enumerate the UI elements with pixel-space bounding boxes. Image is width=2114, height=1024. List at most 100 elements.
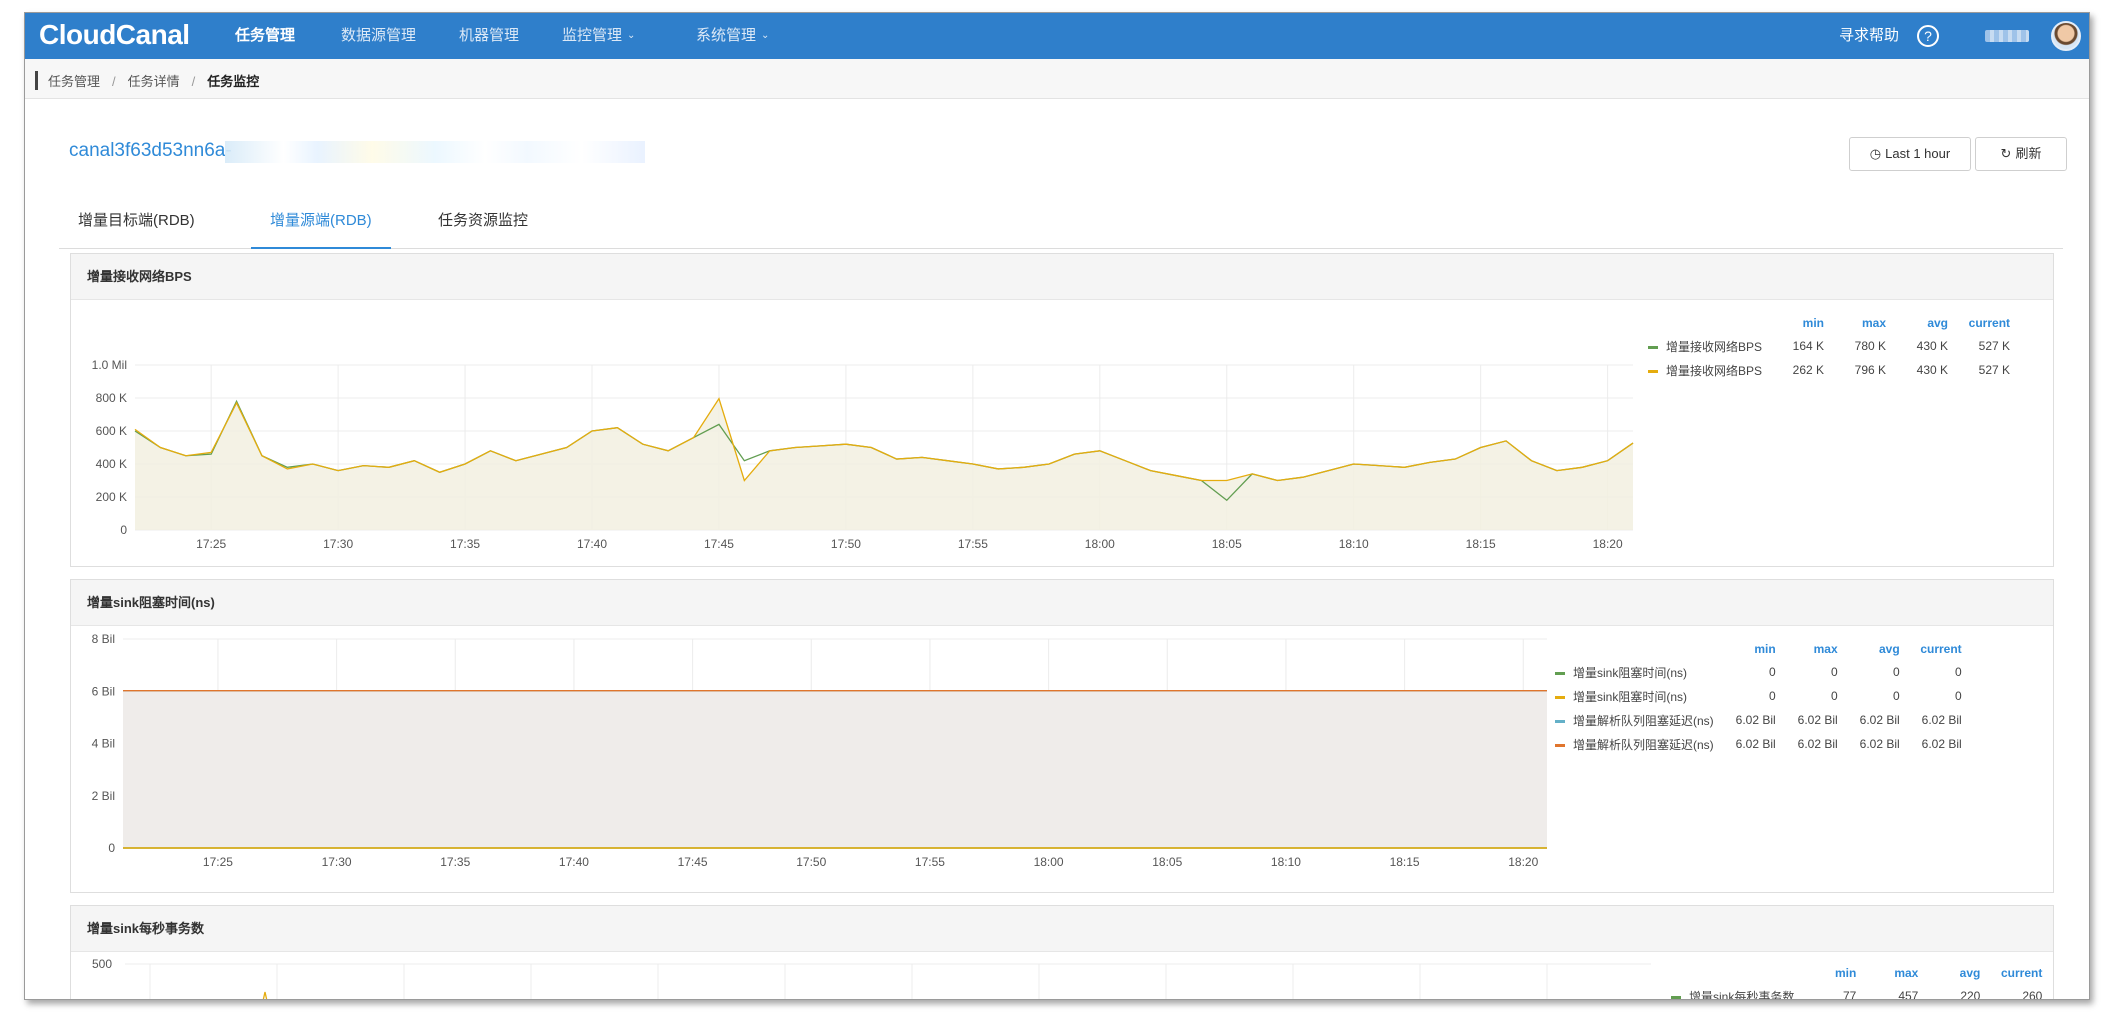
question-circle-icon[interactable]: ?: [1917, 25, 1939, 47]
legend-current: 0: [1954, 689, 1962, 703]
legend-row[interactable]: 增量解析队列阻塞延迟(ns) 6.02 Bil 6.02 Bil 6.02 Bil 6.…: [1555, 708, 1962, 732]
x-tick-label: 18:05: [1152, 855, 1182, 869]
legend-row[interactable]: 增量解析队列阻塞延迟(ns) 6.02 Bil 6.02 Bil 6.02 Bil 6.…: [1555, 732, 1962, 756]
y-tick-label: 4 Bil: [92, 737, 115, 751]
legend-min: 164 K: [1792, 339, 1825, 353]
legend-row[interactable]: 增量接收网络BPS 164 K 780 K 430 K 527 K: [1648, 334, 2010, 358]
legend-series-name[interactable]: 增量sink每秒事务数: [1671, 984, 1794, 999]
breadcrumb-item-task-management[interactable]: 任务管理: [48, 74, 100, 89]
chart-legend: min max avg current 增量sink阻塞时间(ns) 0 0 0 0 增量sink…: [1555, 642, 1962, 756]
x-tick-label: 18:00: [1085, 537, 1115, 551]
legend-min: 262 K: [1792, 363, 1825, 377]
legend-row[interactable]: 增量sink阻塞时间(ns) 0 0 0 0: [1555, 684, 1962, 708]
chart-legend: min max avg current 增量sink每秒事务数 77 457 220 260: [1671, 966, 2043, 1000]
legend-header: avg: [1927, 316, 1949, 330]
x-tick-label: 17:40: [577, 537, 607, 551]
nav-item-system-management[interactable]: 系统管理 ⌄: [696, 13, 769, 59]
y-tick-label: 0: [120, 523, 127, 537]
x-tick-label: 17:35: [450, 537, 480, 551]
legend-header: min: [1754, 642, 1776, 656]
y-tick-label: 2 Bil: [92, 789, 115, 803]
x-tick-label: 17:30: [322, 855, 352, 869]
legend-header: current: [1968, 316, 2011, 330]
x-tick-label: 17:30: [323, 537, 353, 551]
y-tick-label: 500: [92, 957, 112, 971]
nav-item-monitor-management[interactable]: 监控管理 ⌄: [562, 13, 635, 59]
legend-series-name[interactable]: 增量sink阻塞时间(ns): [1555, 684, 1714, 708]
nav-item-machine-management[interactable]: 机器管理: [459, 13, 519, 59]
legend-row[interactable]: 增量sink每秒事务数 77 457 220 260: [1671, 984, 2043, 1000]
legend-avg: 0: [1892, 665, 1900, 679]
tab-incremental-source[interactable]: 增量源端(RDB): [251, 203, 391, 249]
legend-series-name[interactable]: 增量接收网络BPS: [1648, 334, 1762, 358]
legend-min: 77: [1842, 989, 1857, 1000]
breadcrumb-item-task-detail[interactable]: 任务详情: [128, 74, 180, 89]
username-redacted[interactable]: [1985, 30, 2029, 42]
legend-header: current: [2001, 966, 2043, 980]
legend-current: 0: [1954, 665, 1962, 679]
x-tick-label: 17:25: [203, 855, 233, 869]
legend-current: 6.02 Bil: [1921, 713, 1962, 727]
x-tick-label: 17:55: [958, 537, 988, 551]
legend-current: 6.02 Bil: [1921, 737, 1962, 751]
panel-sink-block-time: 增量sink阻塞时间(ns) 0 2 Bil 4 Bil 6 Bil 8 Bil 17:2…: [70, 579, 2054, 893]
legend-min: 0: [1768, 689, 1776, 703]
avatar[interactable]: [2051, 21, 2081, 51]
y-tick-label: 6 Bil: [92, 684, 115, 698]
app-logo[interactable]: CloudCanal: [39, 19, 190, 51]
time-range-button[interactable]: ◷ Last 1 hour: [1849, 137, 1971, 171]
legend-row[interactable]: 增量接收网络BPS 262 K 796 K 430 K 527 K: [1648, 358, 2010, 382]
chevron-down-icon: ⌄: [627, 30, 636, 41]
legend-header: max: [1861, 316, 1887, 330]
legend-max: 780 K: [1854, 339, 1887, 353]
y-tick-label: 200 K: [96, 490, 127, 504]
legend-avg: 0: [1892, 689, 1900, 703]
x-tick-label: 17:40: [559, 855, 589, 869]
tab-incremental-target[interactable]: 增量目标端(RDB): [59, 203, 214, 249]
x-tick-label: 17:45: [704, 537, 734, 551]
legend-series-name[interactable]: 增量解析队列阻塞延迟(ns): [1555, 732, 1714, 756]
legend-current: 527 K: [1978, 339, 2011, 353]
legend-table: min max avg current 增量sink阻塞时间(ns) 0 0 0 0 增量sink…: [1555, 642, 1962, 756]
panel-sink-tps: 增量sink每秒事务数 500 min max avg current 增量sink每秒…: [70, 905, 2054, 1000]
legend-series-name[interactable]: 增量接收网络BPS: [1648, 358, 1762, 382]
panel-network-bps: 增量接收网络BPS 0 200 K 400 K 600 K 800 K 1.0 Mil 17…: [70, 253, 2054, 567]
legend-avg: 430 K: [1916, 363, 1949, 377]
tab-task-resource-monitor[interactable]: 任务资源监控: [419, 203, 547, 249]
breadcrumb: 任务管理 / 任务详情 / 任务监控: [35, 71, 259, 90]
x-tick-label: 17:55: [915, 855, 945, 869]
tab-bar: 增量目标端(RDB) 增量源端(RDB) 任务资源监控: [59, 203, 2063, 249]
legend-min: 0: [1768, 665, 1776, 679]
help-link[interactable]: 寻求帮助: [1839, 13, 1899, 59]
legend-avg: 6.02 Bil: [1859, 737, 1900, 751]
y-tick-label: 400 K: [96, 457, 127, 471]
legend-table: min max avg current 增量sink每秒事务数 77 457 220 260: [1671, 966, 2043, 1000]
legend-avg: 6.02 Bil: [1859, 713, 1900, 727]
panel-title: 增量sink每秒事务数: [71, 906, 2053, 952]
x-tick-label: 18:10: [1271, 855, 1301, 869]
nav-item-task-management[interactable]: 任务管理: [235, 13, 295, 59]
legend-avg: 430 K: [1916, 339, 1949, 353]
legend-max: 796 K: [1854, 363, 1887, 377]
app-window: CloudCanal 任务管理 数据源管理 机器管理 监控管理 ⌄ 系统管理 ⌄ 寻…: [24, 12, 2090, 1000]
chart-legend: min max avg current 增量接收网络BPS 164 K 780 K 430 K…: [1648, 316, 2010, 382]
breadcrumb-item-task-monitor: 任务监控: [207, 74, 260, 89]
legend-current: 260: [2022, 989, 2043, 1000]
y-tick-label: 600 K: [96, 424, 127, 438]
refresh-icon: ↻: [2000, 146, 2012, 161]
legend-avg: 220: [1960, 989, 1981, 1000]
task-title: canal3f63d53nn6a-: [69, 140, 232, 161]
panel-title: 增量sink阻塞时间(ns): [71, 580, 2053, 626]
legend-header: min: [1802, 316, 1825, 330]
x-tick-label: 17:25: [196, 537, 226, 551]
legend-series-name[interactable]: 增量解析队列阻塞延迟(ns): [1555, 708, 1714, 732]
x-tick-label: 18:00: [1034, 855, 1064, 869]
x-tick-label: 18:15: [1466, 537, 1496, 551]
refresh-button[interactable]: ↻ 刷新: [1975, 137, 2067, 171]
legend-series-name[interactable]: 增量sink阻塞时间(ns): [1555, 660, 1714, 684]
legend-row[interactable]: 增量sink阻塞时间(ns) 0 0 0 0: [1555, 660, 1962, 684]
nav-item-datasource-management[interactable]: 数据源管理: [341, 13, 416, 59]
legend-max: 457: [1898, 989, 1919, 1000]
legend-min: 6.02 Bil: [1735, 737, 1776, 751]
x-tick-label: 17:35: [440, 855, 470, 869]
